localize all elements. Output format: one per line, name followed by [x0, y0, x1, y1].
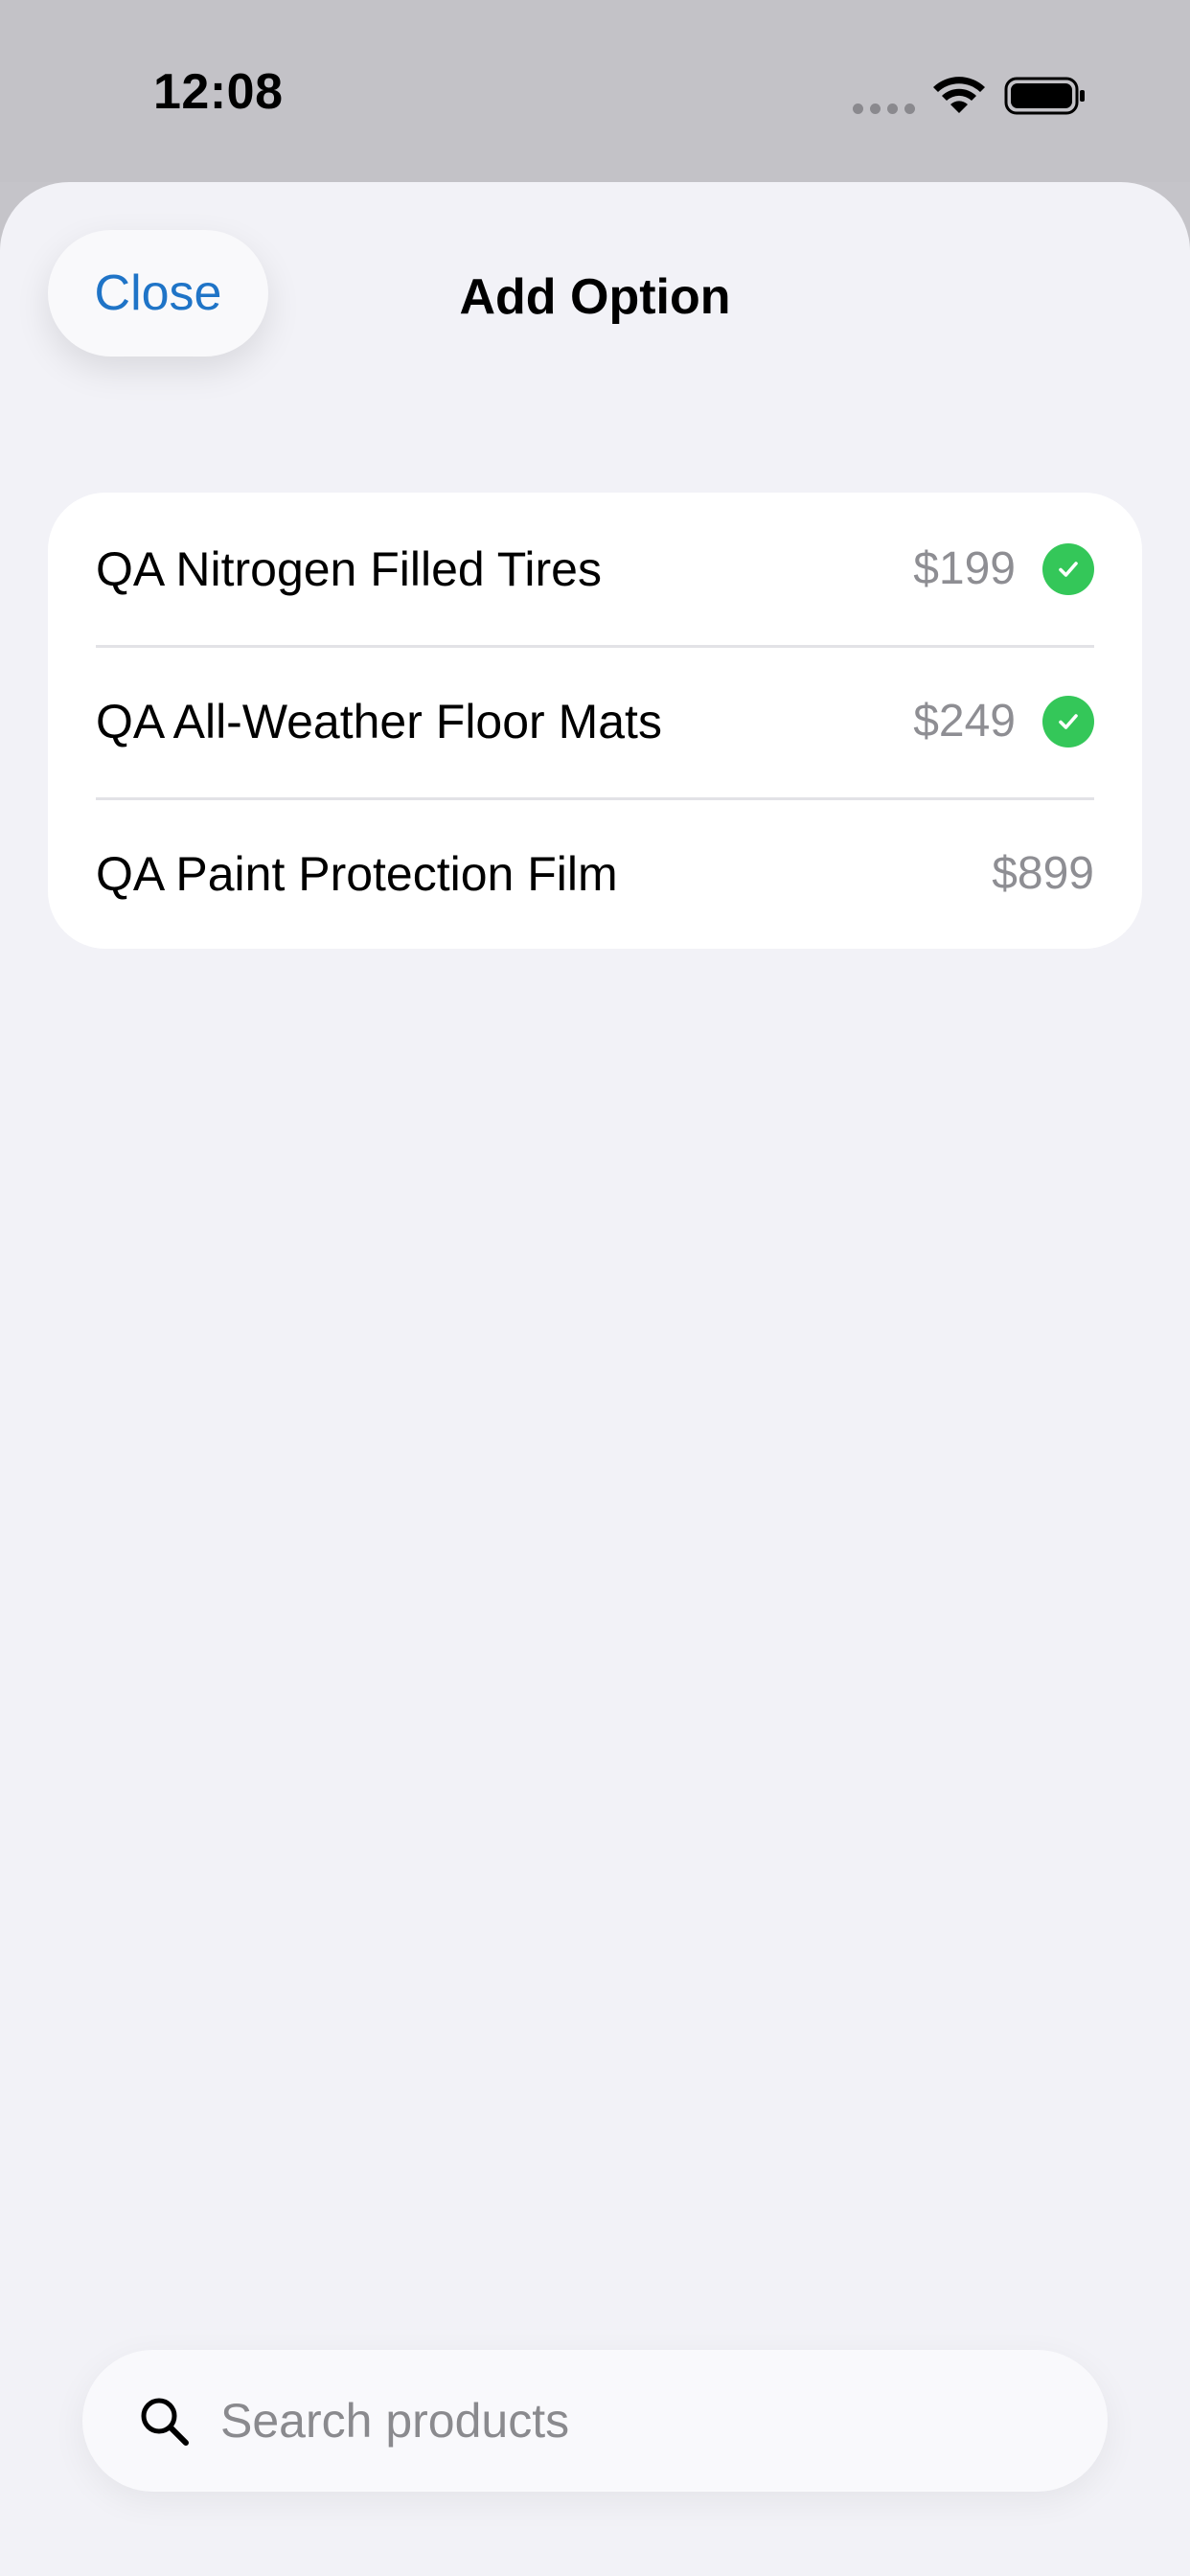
add-option-sheet: Close Add Option QA Nitrogen Filled Tire…	[0, 182, 1190, 2576]
option-row[interactable]: QA All-Weather Floor Mats $249	[48, 645, 1142, 797]
option-name: QA All-Weather Floor Mats	[96, 694, 662, 748]
sheet-title: Add Option	[459, 269, 731, 325]
status-time: 12:08	[153, 64, 284, 120]
battery-icon	[1004, 77, 1085, 115]
options-list: QA Nitrogen Filled Tires $199 QA All-Wea…	[48, 493, 1142, 949]
option-price: $899	[992, 848, 1094, 899]
wifi-icon	[933, 77, 985, 113]
checkmark-circle-icon	[1042, 542, 1094, 595]
status-bar: 12:08	[0, 0, 1190, 182]
option-row[interactable]: QA Nitrogen Filled Tires $199	[48, 493, 1142, 645]
option-row[interactable]: QA Paint Protection Film $899	[48, 797, 1142, 949]
checkmark-circle-icon	[1042, 695, 1094, 748]
search-bar[interactable]	[82, 2350, 1108, 2492]
search-icon	[141, 2398, 189, 2446]
option-name: QA Paint Protection Film	[96, 846, 618, 901]
option-price: $249	[913, 696, 1016, 747]
cellular-signal-icon	[853, 104, 915, 114]
search-input[interactable]	[220, 2393, 1044, 2449]
option-name: QA Nitrogen Filled Tires	[96, 541, 602, 596]
option-price: $199	[913, 543, 1016, 594]
